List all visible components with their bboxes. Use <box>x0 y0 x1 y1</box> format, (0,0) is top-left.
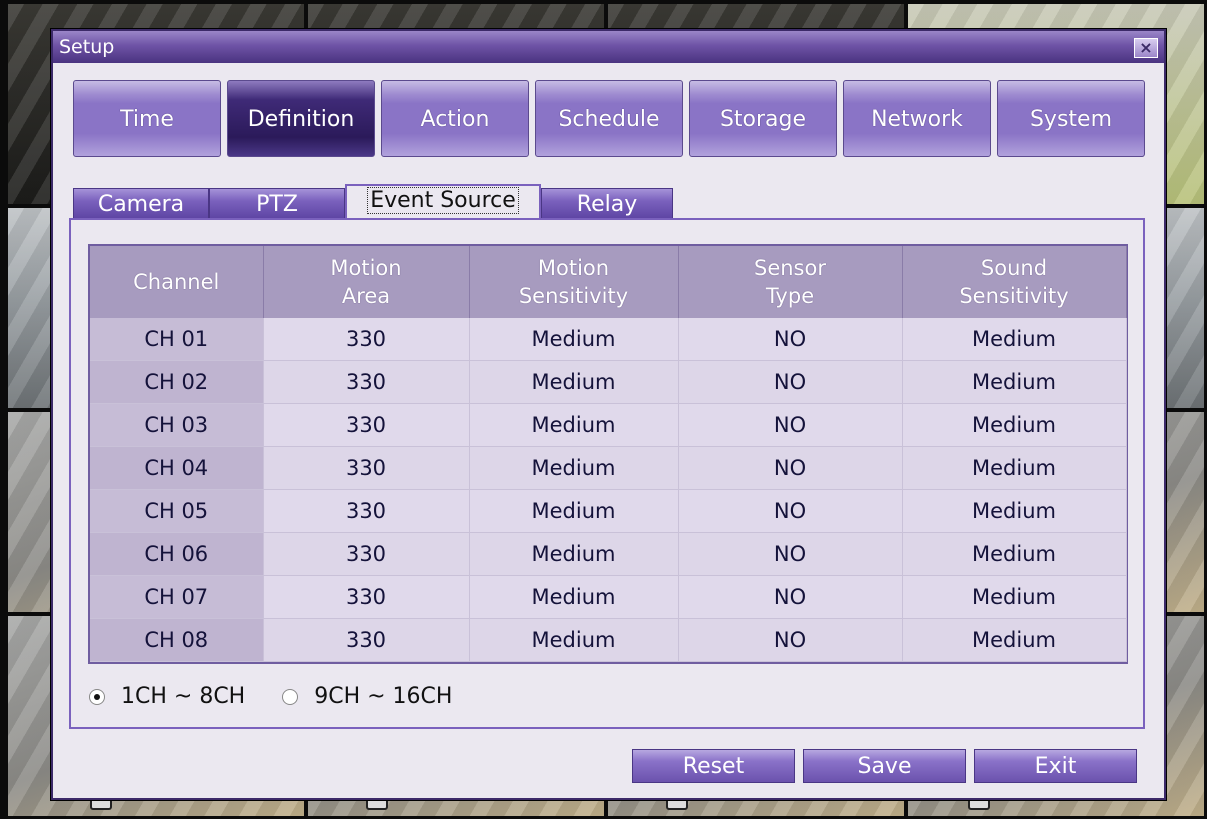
motion-area-cell[interactable]: 330 <box>263 318 470 361</box>
event-source-panel: Channel Motion Area Motion Sensitivity Sen… <box>69 218 1145 729</box>
sensor-type-cell[interactable]: NO <box>678 403 903 447</box>
radio-9ch-16ch[interactable]: 9CH ~ 16CH <box>282 684 452 709</box>
sound-sensitivity-cell[interactable]: Medium <box>902 360 1127 404</box>
motion-area-cell[interactable]: 330 <box>263 618 470 662</box>
channel-cell: CH 02 <box>90 360 264 404</box>
motion-sensitivity-cell[interactable]: Medium <box>469 360 679 404</box>
tab-system[interactable]: System <box>997 80 1145 157</box>
sound-sensitivity-cell[interactable]: Medium <box>902 575 1127 619</box>
motion-area-cell[interactable]: 330 <box>263 360 470 404</box>
exit-button[interactable]: Exit <box>974 749 1137 783</box>
motion-sensitivity-cell[interactable]: Medium <box>469 575 679 619</box>
table-row: CH 03 330 Medium NO Medium <box>90 403 1127 447</box>
tab-network[interactable]: Network <box>843 80 991 157</box>
column-header-channel: Channel <box>90 246 264 318</box>
subtab-event-source-label: Event Source <box>367 187 519 214</box>
setup-window: Setup × Time Definition Action Schedule … <box>51 29 1166 800</box>
motion-sensitivity-cell[interactable]: Medium <box>469 532 679 576</box>
sound-sensitivity-cell[interactable]: Medium <box>902 403 1127 447</box>
table-row: CH 08 330 Medium NO Medium <box>90 618 1127 662</box>
subtab-relay[interactable]: Relay <box>541 188 673 219</box>
tab-storage[interactable]: Storage <box>689 80 837 157</box>
subtab-ptz[interactable]: PTZ <box>209 188 345 219</box>
tab-time[interactable]: Time <box>73 80 221 157</box>
close-icon[interactable]: × <box>1134 38 1158 58</box>
subtab-camera[interactable]: Camera <box>73 188 209 219</box>
sound-sensitivity-cell[interactable]: Medium <box>902 532 1127 576</box>
column-header-motion-area: Motion Area <box>263 246 470 318</box>
table-row: CH 01 330 Medium NO Medium <box>90 318 1127 361</box>
sensor-type-cell[interactable]: NO <box>678 489 903 533</box>
motion-area-cell[interactable]: 330 <box>263 532 470 576</box>
sensor-type-cell[interactable]: NO <box>678 318 903 361</box>
radio-unselected-icon[interactable] <box>282 688 299 705</box>
channel-cell: CH 01 <box>90 318 264 361</box>
column-header-sound-sensitivity: Sound Sensitivity <box>902 246 1127 318</box>
column-header-motion-sensitivity: Motion Sensitivity <box>469 246 679 318</box>
window-title: Setup <box>59 36 115 58</box>
motion-sensitivity-cell[interactable]: Medium <box>469 318 679 361</box>
motion-area-cell[interactable]: 330 <box>263 403 470 447</box>
motion-area-cell[interactable]: 330 <box>263 446 470 490</box>
channel-cell: CH 08 <box>90 618 264 662</box>
sensor-type-cell[interactable]: NO <box>678 618 903 662</box>
motion-sensitivity-cell[interactable]: Medium <box>469 446 679 490</box>
channel-range-selector: 1CH ~ 8CH 9CH ~ 16CH <box>89 684 482 711</box>
motion-area-cell[interactable]: 330 <box>263 575 470 619</box>
motion-sensitivity-cell[interactable]: Medium <box>469 489 679 533</box>
sound-sensitivity-cell[interactable]: Medium <box>902 618 1127 662</box>
tab-definition[interactable]: Definition <box>227 80 375 157</box>
subtab-event-source[interactable]: Event Source <box>345 184 541 221</box>
motion-sensitivity-cell[interactable]: Medium <box>469 403 679 447</box>
radio-label: 9CH ~ 16CH <box>314 684 453 709</box>
table-row: CH 04 330 Medium NO Medium <box>90 446 1127 490</box>
table-row: CH 02 330 Medium NO Medium <box>90 360 1127 404</box>
channel-cell: CH 06 <box>90 532 264 576</box>
channel-cell: CH 05 <box>90 489 264 533</box>
sensor-type-cell[interactable]: NO <box>678 575 903 619</box>
window-titlebar[interactable]: Setup × <box>53 31 1164 63</box>
column-header-sensor-type: Sensor Type <box>678 246 903 318</box>
channel-cell: CH 04 <box>90 446 264 490</box>
tab-action[interactable]: Action <box>381 80 529 157</box>
radio-selected-icon[interactable] <box>89 688 105 705</box>
reset-button[interactable]: Reset <box>632 749 795 783</box>
sound-sensitivity-cell[interactable]: Medium <box>902 318 1127 361</box>
radio-1ch-8ch[interactable]: 1CH ~ 8CH <box>89 684 245 709</box>
save-button[interactable]: Save <box>803 749 966 783</box>
motion-area-cell[interactable]: 330 <box>263 489 470 533</box>
sound-sensitivity-cell[interactable]: Medium <box>902 446 1127 490</box>
event-source-table: Channel Motion Area Motion Sensitivity Sen… <box>88 244 1128 664</box>
radio-label: 1CH ~ 8CH <box>121 684 246 709</box>
motion-sensitivity-cell[interactable]: Medium <box>469 618 679 662</box>
sensor-type-cell[interactable]: NO <box>678 360 903 404</box>
table-row: CH 05 330 Medium NO Medium <box>90 489 1127 533</box>
sound-sensitivity-cell[interactable]: Medium <box>902 489 1127 533</box>
channel-cell: CH 07 <box>90 575 264 619</box>
table-row: CH 06 330 Medium NO Medium <box>90 532 1127 576</box>
table-row: CH 07 330 Medium NO Medium <box>90 575 1127 619</box>
tab-schedule[interactable]: Schedule <box>535 80 683 157</box>
sensor-type-cell[interactable]: NO <box>678 532 903 576</box>
sensor-type-cell[interactable]: NO <box>678 446 903 490</box>
channel-cell: CH 03 <box>90 403 264 447</box>
